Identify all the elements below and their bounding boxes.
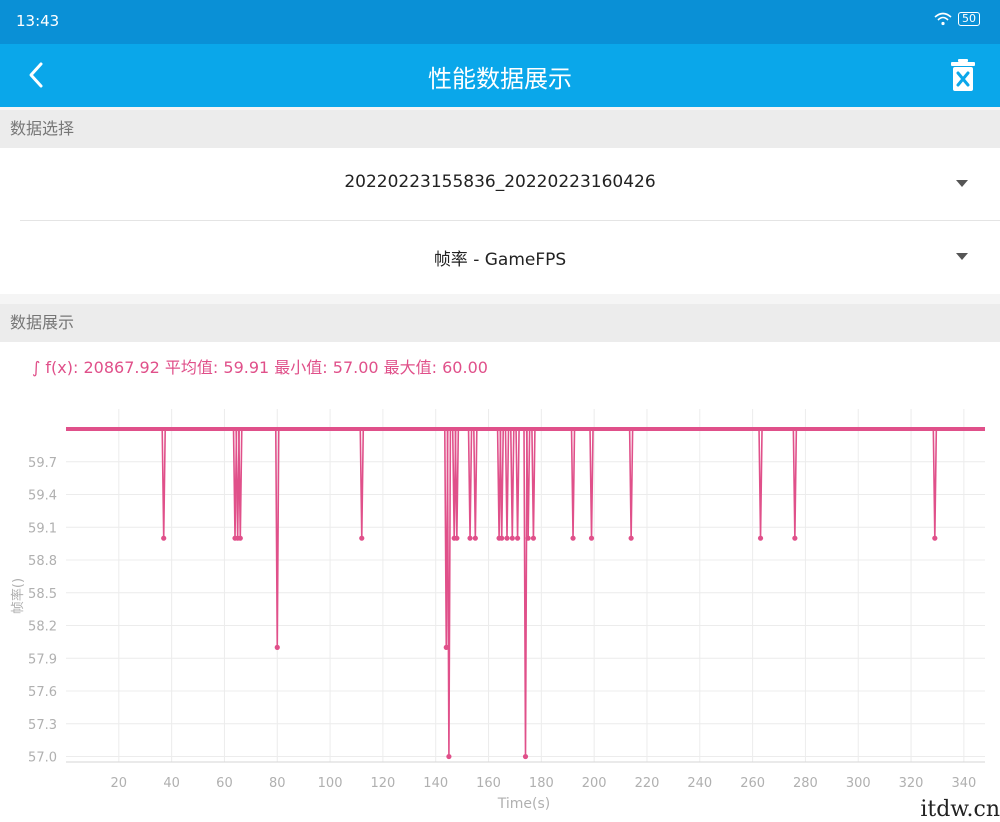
session-dropdown[interactable]: 20220223155836_20220223160426 <box>0 148 1000 220</box>
selector-divider <box>20 220 1000 221</box>
data-selector-card: 20220223155836_20220223160426 帧率 - GameF… <box>0 148 1000 294</box>
session-dropdown-value: 20220223155836_20220223160426 <box>344 172 656 192</box>
metric-dropdown-value: 帧率 - GameFPS <box>433 250 567 270</box>
stats-summary: ∫ f(x): 20867.92 平均值: 59.91 最小值: 57.00 最… <box>32 358 488 377</box>
app-bar: 性能数据展示 <box>0 44 1000 107</box>
metric-dropdown[interactable]: 帧率 - GameFPS <box>0 221 1000 293</box>
status-bar: 13:43 50 <box>0 0 1000 44</box>
status-time: 13:43 <box>16 12 60 30</box>
status-icons: 50 <box>934 12 980 26</box>
chart-panel <box>0 342 1000 822</box>
dropdown-arrow-icon <box>956 180 968 187</box>
dropdown-arrow-icon <box>956 253 968 260</box>
wifi-icon <box>934 12 952 26</box>
battery-icon: 50 <box>958 12 980 26</box>
section-data-select-label: 数据选择 <box>0 110 1000 148</box>
delete-icon[interactable] <box>950 58 976 92</box>
page-title: 性能数据展示 <box>428 65 572 93</box>
watermark-text: itdw.cn <box>916 797 1000 822</box>
section-data-display-label: 数据展示 <box>0 304 1000 342</box>
